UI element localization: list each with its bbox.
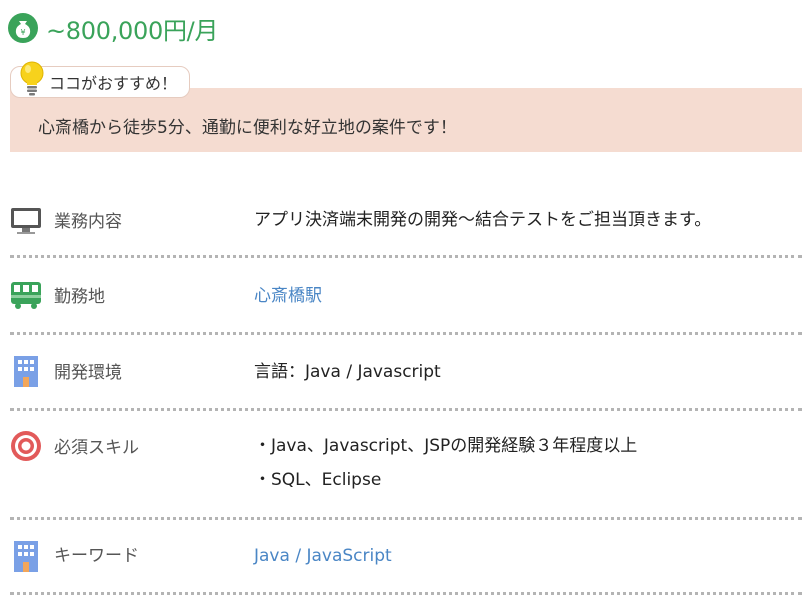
monitor-icon: [11, 208, 41, 234]
divider: [10, 408, 802, 411]
lightbulb-icon: [20, 61, 44, 96]
keyword-list: Java / JavaScript: [254, 539, 392, 573]
divider: [10, 255, 802, 258]
row-value: アプリ決済端末開発の開発～結合テストをご担当頂きます。: [254, 203, 711, 237]
row-label: 勤務地: [54, 287, 105, 307]
location-link[interactable]: 心斎橋駅: [254, 279, 322, 313]
recommend-tag: ココがおすすめ！: [10, 61, 191, 98]
row-label: 業務内容: [54, 212, 122, 232]
row-label: 必須スキル: [54, 438, 139, 458]
row-value-line: ・SQL、Eclipse: [254, 470, 382, 490]
row-value: 心斎橋駅: [254, 279, 322, 313]
row-label: 開発環境: [54, 363, 122, 383]
recommend-tag-label: ココがおすすめ！: [49, 74, 178, 93]
target-icon: [11, 431, 41, 461]
row-value: 言語：Java / Javascript: [254, 355, 441, 389]
salary-row: ¥ ~800,000円/月: [8, 8, 218, 48]
row-value: ・Java、Javascript、JSPの開発経験３年程度以上 ・SQL、Ecl…: [254, 429, 637, 497]
row-value: Java / JavaScript: [254, 539, 392, 573]
divider: [10, 332, 802, 335]
salary-text: ~800,000円/月: [46, 16, 219, 45]
keyword-separator: /: [289, 546, 307, 566]
row-value-line: アプリ決済端末開発の開発～結合テストをご担当頂きます。: [254, 210, 712, 230]
building-icon: [14, 356, 38, 387]
keyword-link-java[interactable]: Java: [254, 546, 290, 566]
row-value-line: ・Java、Javascript、JSPの開発経験３年程度以上: [254, 436, 638, 456]
building-icon: [14, 541, 38, 572]
svg-text:¥: ¥: [20, 28, 25, 37]
train-icon: [11, 282, 41, 309]
row-label: キーワード: [54, 546, 139, 566]
row-value-line: 言語：Java / Javascript: [254, 362, 441, 382]
divider: [10, 517, 802, 520]
money-bag-icon: ¥: [8, 13, 38, 43]
recommend-text: 心斎橋から徒歩5分、通勤に便利な好立地の案件です！: [38, 118, 457, 138]
divider: [10, 592, 802, 595]
keyword-link-javascript[interactable]: JavaScript: [306, 546, 391, 566]
